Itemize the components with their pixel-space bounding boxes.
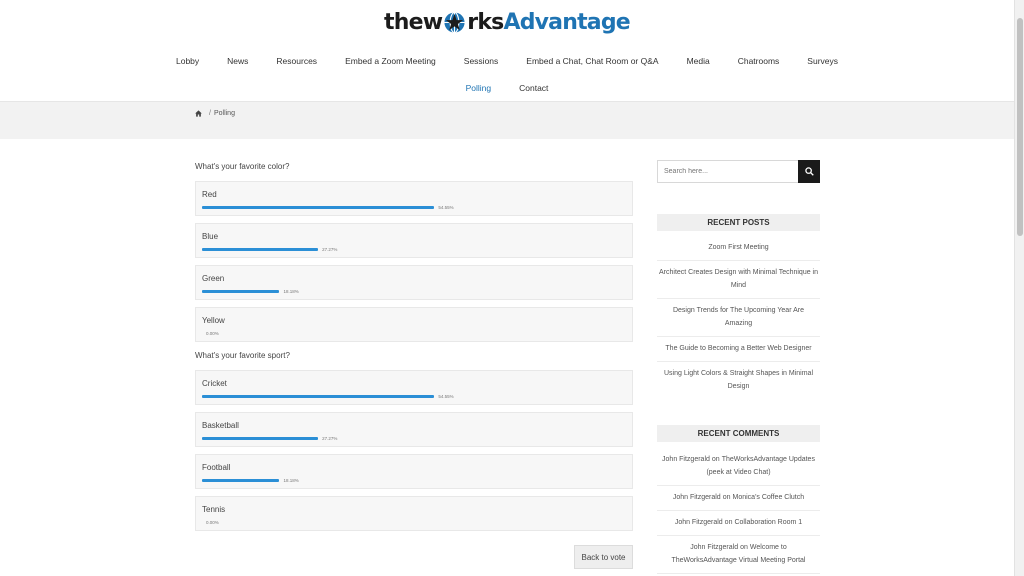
recent-post-link[interactable]: Using Light Colors & Straight Shapes in … — [664, 370, 813, 390]
poll-option-label: Green — [202, 274, 225, 283]
poll-result-percent: 54.55% — [438, 394, 454, 399]
logo-text-part3: Advantage — [503, 10, 630, 35]
poll-option-label: Red — [202, 190, 217, 199]
list-item: Using Light Colors & Straight Shapes in … — [657, 362, 820, 399]
comment-post-link[interactable]: Monica's Coffee Clutch — [733, 494, 805, 501]
list-item: The Guide to Becoming a Better Web Desig… — [657, 337, 820, 362]
poll-option-green: Green 18.18% — [195, 265, 633, 300]
poll-option-label: Basketball — [202, 421, 239, 430]
recent-post-link[interactable]: Design Trends for The Upcoming Year Are … — [673, 307, 804, 327]
nav-item-resources[interactable]: Resources — [262, 54, 331, 68]
poll-option-tennis: Tennis 0.00% — [195, 496, 633, 531]
search-icon — [804, 167, 814, 176]
list-item: Design Trends for The Upcoming Year Are … — [657, 299, 820, 337]
comment-on-text: on — [722, 494, 731, 501]
poll-result-percent: 27.27% — [322, 247, 338, 252]
logo-text-part2: rks — [467, 10, 504, 35]
recent-posts-title: RECENT POSTS — [657, 214, 820, 231]
poll-result-bar — [202, 437, 319, 440]
list-item: John Fitzgerald on Collaboration Room 1 — [657, 511, 820, 536]
poll-option-red: Red 54.55% — [195, 181, 633, 216]
breadcrumb-separator: / — [209, 110, 211, 117]
poll-option-basketball: Basketball 27.27% — [195, 412, 633, 447]
comment-on-text: on — [724, 519, 733, 526]
poll-option-label: Blue — [202, 232, 219, 241]
poll-option-blue: Blue 27.27% — [195, 223, 633, 258]
comment-post-link[interactable]: Collaboration Room 1 — [734, 519, 802, 526]
nav-item-contact[interactable]: Contact — [505, 81, 562, 95]
comment-author[interactable]: John Fitzgerald — [673, 494, 721, 501]
poll-option-label: Cricket — [202, 379, 227, 388]
poll-result-bar — [202, 206, 435, 209]
poll-option-label: Football — [202, 463, 231, 472]
poll-question: What's your favorite color? — [195, 162, 290, 171]
page-scrollbar[interactable] — [1014, 0, 1024, 576]
recent-posts-list: Zoom First Meeting Architect Creates Des… — [657, 236, 820, 399]
poll-result-percent: 0.00% — [206, 331, 219, 336]
list-item: John Fitzgerald on TheWorksAdvantage Updat… — [657, 448, 820, 486]
back-to-vote-button[interactable]: Back to vote — [574, 545, 633, 569]
poll-result-percent: 0.00% — [206, 520, 219, 525]
poll-option-cricket: Cricket 54.55% — [195, 370, 633, 405]
logo-text-part1: thew — [384, 10, 443, 35]
comment-on-text: on — [711, 456, 720, 463]
comment-author[interactable]: John Fitzgerald — [662, 456, 710, 463]
poll-result-percent: 27.27% — [322, 436, 338, 441]
recent-comments-list: John Fitzgerald on TheWorksAdvantage Updat… — [657, 448, 820, 574]
poll-result-bar — [202, 248, 319, 251]
comment-author[interactable]: John Fitzgerald — [675, 519, 723, 526]
list-item: John Fitzgerald on Monica's Coffee Clutch — [657, 486, 820, 511]
poll-result-percent: 18.18% — [283, 289, 299, 294]
breadcrumb-current: Polling — [213, 110, 235, 117]
recent-post-link[interactable]: Zoom First Meeting — [708, 244, 768, 251]
nav-item-sessions[interactable]: Sessions — [450, 54, 513, 68]
poll-question: What's your favorite sport? — [195, 351, 290, 360]
recent-post-link[interactable]: The Guide to Becoming a Better Web Desig… — [665, 345, 811, 352]
poll-result-bar — [202, 479, 280, 482]
list-item: Zoom First Meeting — [657, 236, 820, 261]
nav-item-polling[interactable]: Polling — [452, 81, 506, 95]
breadcrumb-bar — [0, 101, 1014, 139]
search-input[interactable] — [657, 160, 799, 183]
comment-author[interactable]: John Fitzgerald — [690, 544, 738, 551]
recent-post-link[interactable]: Architect Creates Design with Minimal Te… — [659, 269, 818, 289]
poll-result-percent: 54.55% — [438, 205, 454, 210]
poll-option-label: Yellow — [202, 316, 225, 325]
comment-post-link[interactable]: TheWorksAdvantage Updates (peek at Video… — [706, 456, 815, 476]
nav-item-embed-chat[interactable]: Embed a Chat, Chat Room or Q&A — [512, 54, 672, 68]
poll-result-bar — [202, 395, 435, 398]
nav-item-news[interactable]: News — [213, 54, 262, 68]
scrollbar-thumb[interactable] — [1017, 18, 1023, 236]
site-logo[interactable]: thew rks Advantage — [0, 10, 1014, 38]
comment-on-text: on — [740, 544, 748, 551]
main-nav-row1: Lobby News Resources Embed a Zoom Meetin… — [0, 54, 1014, 68]
breadcrumb: / Polling — [195, 110, 235, 117]
nav-item-surveys[interactable]: Surveys — [793, 54, 852, 68]
poll-option-label: Tennis — [202, 505, 226, 514]
poll-result-percent: 18.18% — [283, 478, 299, 483]
nav-item-lobby[interactable]: Lobby — [162, 54, 213, 68]
nav-item-embed-zoom[interactable]: Embed a Zoom Meeting — [331, 54, 450, 68]
home-icon[interactable] — [195, 110, 202, 117]
nav-item-chatrooms[interactable]: Chatrooms — [724, 54, 794, 68]
main-nav-row2: Polling Contact — [0, 81, 1014, 95]
globe-icon — [444, 11, 465, 34]
poll-option-yellow: Yellow 0.00% — [195, 307, 633, 342]
nav-item-media[interactable]: Media — [673, 54, 724, 68]
search-button[interactable] — [798, 160, 820, 183]
poll-result-bar — [202, 290, 280, 293]
recent-comments-title: RECENT COMMENTS — [657, 425, 820, 442]
list-item: John Fitzgerald on Welcome to TheWorksAdva… — [657, 536, 820, 574]
list-item: Architect Creates Design with Minimal Te… — [657, 261, 820, 299]
poll-option-football: Football 18.18% — [195, 454, 633, 489]
